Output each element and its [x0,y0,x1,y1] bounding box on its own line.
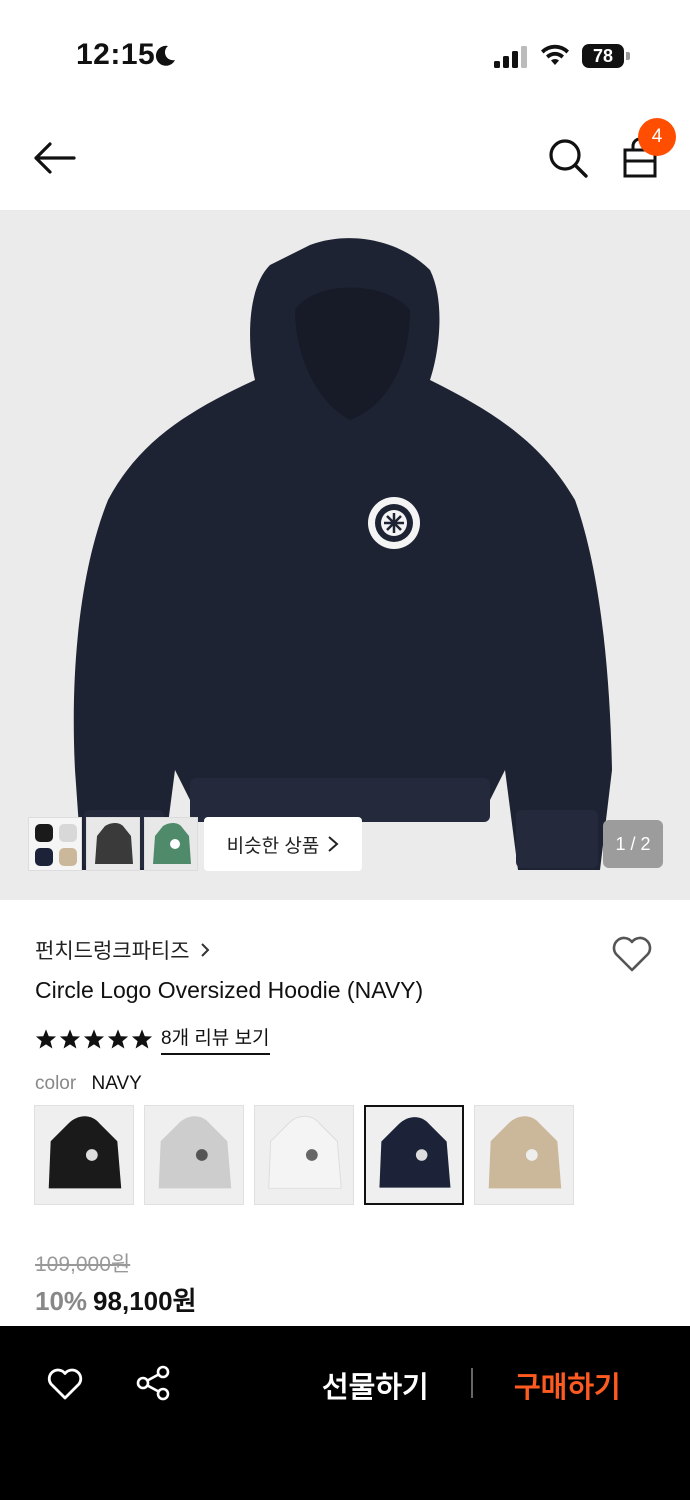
wishlist-button[interactable] [610,934,654,974]
star-icon [83,1029,105,1049]
color-label: color [35,1073,77,1094]
search-icon [549,139,588,178]
share-button[interactable] [134,1364,172,1402]
discount-rate: 10% [35,1286,88,1316]
similar-products-label: 비슷한 상품 [226,835,320,857]
rating-row: 8개 리뷰 보기 [35,1023,270,1055]
battery-level: 78 [582,44,624,68]
status-bar: 12:15 78 [0,0,690,110]
product-main-image [73,238,612,871]
brand-link[interactable]: 펀치드렁크파티즈 [35,935,210,965]
hero-thumb-1[interactable] [28,817,82,871]
brand-name: 펀치드렁크파티즈 [35,940,190,963]
rating-stars [35,1028,153,1050]
swatch-beige[interactable] [474,1105,574,1205]
top-nav: 4 [0,110,690,210]
hero-thumb-2[interactable] [86,817,140,871]
sale-price: 98,100원 [93,1286,197,1316]
hero-thumb-3[interactable] [144,817,198,871]
price-row: 10% 98,100원 [35,1281,197,1318]
star-icon [35,1029,57,1049]
status-time: 12:15 [76,38,156,71]
battery-tip [626,52,630,60]
search-button[interactable] [546,136,590,180]
bottom-action-bar: 선물하기 구매하기 [0,1326,690,1500]
wifi-icon [541,44,569,65]
cart-count-badge: 4 [638,118,676,156]
image-page-indicator: 1 / 2 [603,820,663,868]
product-title: Circle Logo Oversized Hoodie (NAVY) [35,977,424,1003]
color-row: color NAVY [35,1073,142,1095]
share-icon [136,1365,170,1401]
color-swatches [34,1105,574,1205]
star-icon [59,1029,81,1049]
chevron-right-icon [200,943,209,957]
swatch-white[interactable] [254,1105,354,1205]
similar-products-button[interactable]: 비슷한 상품 [204,817,362,871]
star-icon [131,1029,153,1049]
gift-button[interactable]: 선물하기 [322,1364,429,1406]
original-price: 109,000원 [35,1253,131,1276]
battery-icon: 78 [582,44,630,68]
signal-icon [494,46,527,68]
arrow-left-icon [34,142,76,174]
buy-button[interactable]: 구매하기 [514,1364,621,1406]
swatch-black[interactable] [34,1105,134,1205]
color-value: NAVY [91,1073,142,1094]
bottom-bar-divider [471,1368,473,1398]
review-link[interactable]: 8개 리뷰 보기 [161,1023,270,1055]
chevron-right-icon [328,836,339,852]
swatch-grey[interactable] [144,1105,244,1205]
product-image-gallery[interactable]: 비슷한 상품 1 / 2 [0,210,690,900]
hoodie-logo [368,497,420,549]
hero-thumbnails [28,817,198,871]
back-button[interactable] [30,138,78,178]
heart-icon [612,936,652,972]
heart-icon [47,1368,83,1400]
moon-icon [155,45,175,66]
bottom-wishlist-button[interactable] [46,1366,84,1402]
star-icon [107,1029,129,1049]
swatch-navy[interactable] [364,1105,464,1205]
